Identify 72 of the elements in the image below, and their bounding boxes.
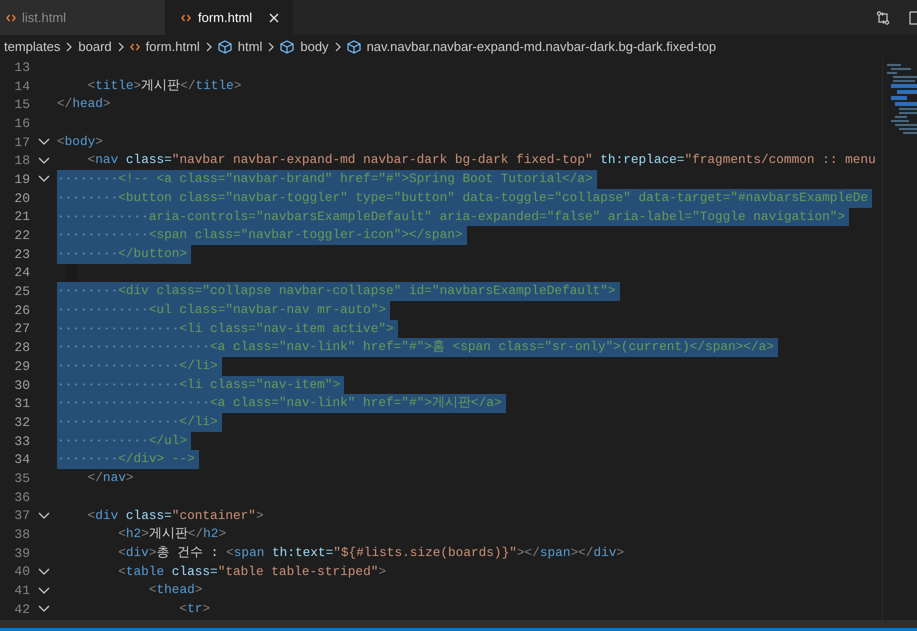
chevron-right-icon: [334, 42, 341, 52]
chevron-down-icon[interactable]: [38, 138, 50, 146]
code-line: <tr>: [178, 600, 210, 618]
line-number: 14: [13, 78, 30, 94]
cube-icon: [346, 40, 361, 54]
cube-icon: [218, 40, 232, 54]
chevron-down-icon[interactable]: [38, 512, 50, 520]
breadcrumb-item[interactable]: nav.navbar.navbar-expand-md.navbar-dark.bg-dark.fixed-top: [346, 39, 716, 54]
line-number: 41: [13, 583, 30, 598]
code-file-icon: [6, 14, 16, 22]
line-number: 18: [13, 153, 30, 168]
code-file-icon: [130, 42, 140, 50]
line-number: 21: [13, 209, 30, 224]
cube-icon: [280, 40, 294, 54]
breadcrumb-item[interactable]: body: [280, 39, 329, 54]
chevron-down-icon[interactable]: [38, 605, 50, 614]
code-line: <div class="container">: [86, 506, 264, 524]
line-number: 15: [13, 97, 30, 112]
line-number: 19: [13, 172, 30, 187]
breadcrumb-item[interactable]: board: [78, 39, 112, 54]
code-line: <div>총 건수 : <span th:text="${#lists.size(boards)}"></span></div>: [117, 544, 624, 562]
line-number: 13: [13, 60, 30, 75]
editor-tab[interactable]: list.html: [0, 0, 165, 35]
code-line: <h2>게시판</h2>: [117, 525, 226, 544]
chevron-down-icon[interactable]: [38, 156, 50, 165]
line-number: 17: [13, 134, 30, 150]
line-number: 23: [13, 246, 30, 262]
chevron-right-icon: [268, 42, 274, 52]
code-file-icon: [181, 14, 191, 22]
code-line: <body>: [57, 132, 103, 151]
code-line: <table class="table table-striped">: [117, 562, 386, 581]
line-number: 33: [13, 434, 30, 449]
line-number: 31: [13, 396, 30, 412]
chevron-down-icon[interactable]: [38, 568, 50, 576]
chevron-right-icon: [206, 42, 212, 52]
line-number: 20: [13, 190, 30, 206]
code-line: </head>: [57, 95, 111, 114]
line-number: 16: [13, 116, 30, 131]
horizontal-scrollbar[interactable]: [0, 620, 917, 628]
line-number: 34: [13, 452, 30, 468]
line-number: 29: [13, 358, 30, 374]
line-number: 24: [13, 265, 30, 280]
chevron-down-icon[interactable]: [38, 586, 50, 595]
breadcrumb-item[interactable]: form.html: [130, 39, 200, 54]
line-number: 37: [13, 508, 30, 524]
line-number: 30: [13, 378, 30, 393]
line-number: 32: [13, 414, 30, 430]
compare-changes-icon[interactable]: [875, 10, 891, 26]
close-icon[interactable]: [269, 12, 280, 22]
line-number: 40: [13, 564, 30, 580]
chevron-right-icon: [66, 42, 72, 52]
split-editor-icon[interactable]: [909, 10, 917, 26]
line-number: 22: [13, 228, 30, 244]
line-number: 28: [13, 340, 30, 356]
line-number: 42: [13, 602, 30, 617]
line-number: 39: [13, 546, 30, 561]
line-number: 36: [13, 490, 30, 505]
code-line: <title>게시판</title>: [86, 76, 242, 95]
editor-tab[interactable]: form.html: [165, 0, 294, 35]
line-number: 26: [13, 302, 30, 318]
code-line: <nav class="navbar navbar-expand-md navbar-dark bg-dark fixed-top" th:replace="fragments/common :: menu: [86, 151, 876, 170]
code-line: </nav>: [86, 469, 134, 488]
chevron-down-icon[interactable]: [38, 175, 50, 184]
breadcrumb-item[interactable]: html: [218, 39, 262, 54]
line-number: 38: [13, 527, 30, 542]
line-number: 25: [13, 284, 30, 300]
breadcrumb-item[interactable]: templates: [4, 39, 60, 54]
code-line: <thead>: [148, 581, 202, 600]
chevron-right-icon: [118, 42, 124, 52]
line-number: 35: [13, 470, 30, 486]
minimap-drawing[interactable]: [882, 58, 917, 620]
line-number: 27: [13, 321, 30, 336]
